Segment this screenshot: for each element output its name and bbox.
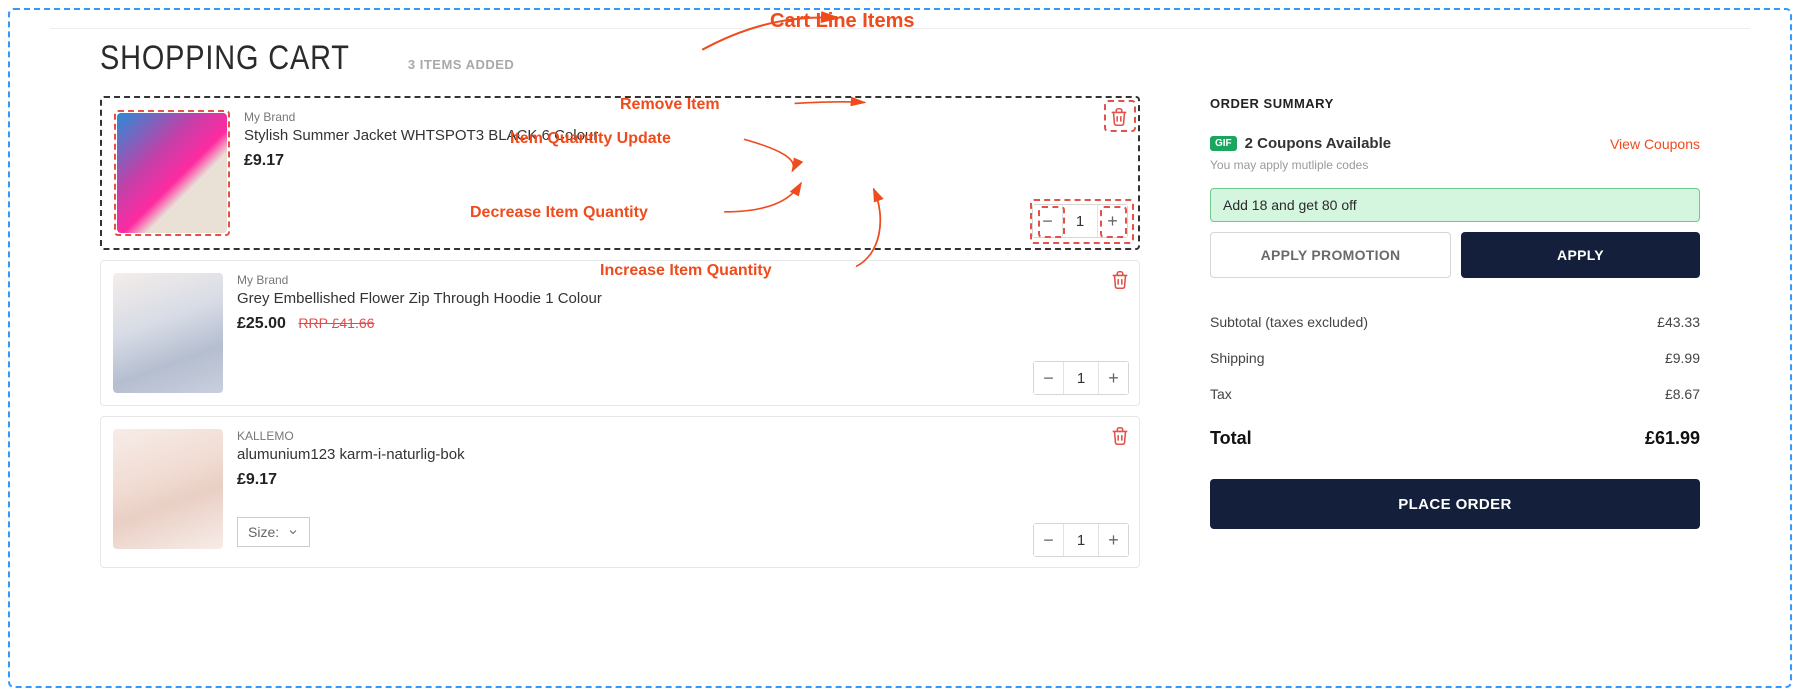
total-label: Total: [1210, 428, 1252, 449]
increase-quantity-button[interactable]: +: [1097, 205, 1127, 237]
coupons-row: GIF 2 Coupons Available View Coupons: [1210, 135, 1700, 152]
app-frame: SHOPPING CART 3 ITEMS ADDED My Brand Sty…: [8, 8, 1792, 688]
product-image: [113, 273, 223, 393]
promo-banner: Add 18 and get 80 off: [1210, 188, 1700, 222]
size-label: Size:: [248, 524, 279, 540]
tax-label: Tax: [1210, 386, 1232, 402]
product-price: £25.00 RRP £41.66: [237, 315, 1127, 333]
apply-row: APPLY PROMOTION APPLY: [1210, 232, 1700, 278]
item-info: My Brand Stylish Summer Jacket WHTSPOT3 …: [244, 110, 1126, 236]
annotation-remove-item: Remove Item: [620, 96, 720, 114]
coupons-left: GIF 2 Coupons Available: [1210, 135, 1391, 152]
subtotal-value: £43.33: [1657, 314, 1700, 330]
coupons-sub: You may apply mutliple codes: [1210, 158, 1700, 172]
apply-promotion-button[interactable]: APPLY PROMOTION: [1210, 232, 1451, 278]
price-value: £25.00: [237, 315, 286, 332]
items-added-label: 3 ITEMS ADDED: [408, 57, 514, 72]
product-name: alumunium123 karm-i-naturlig-bok: [237, 446, 1127, 463]
item-info: My Brand Grey Embellished Flower Zip Thr…: [237, 273, 1127, 393]
product-brand: KALLEMO: [237, 429, 1127, 443]
main-columns: My Brand Stylish Summer Jacket WHTSPOT3 …: [100, 96, 1700, 578]
place-order-button[interactable]: PLACE ORDER: [1210, 479, 1700, 529]
increase-quantity-button[interactable]: +: [1098, 362, 1128, 394]
quantity-value: 1: [1064, 524, 1098, 556]
increase-quantity-button[interactable]: +: [1098, 524, 1128, 556]
annotation-cart-line-items: Cart Line Items: [770, 10, 914, 33]
remove-item-button[interactable]: [1109, 425, 1131, 447]
coupons-available: 2 Coupons Available: [1245, 135, 1391, 152]
total-value: £61.99: [1645, 428, 1700, 449]
cart-item: My Brand Stylish Summer Jacket WHTSPOT3 …: [100, 96, 1140, 250]
gif-badge: GIF: [1210, 136, 1237, 151]
decrease-quantity-button[interactable]: −: [1033, 205, 1063, 237]
quantity-stepper: − 1 +: [1032, 204, 1128, 238]
quantity-stepper: − 1 +: [1033, 523, 1129, 557]
product-price: £9.17: [237, 471, 1127, 489]
remove-item-button[interactable]: [1108, 106, 1130, 128]
quantity-stepper: − 1 +: [1033, 361, 1129, 395]
annotation-decrease: Decrease Item Quantity: [470, 204, 648, 222]
product-image: [113, 429, 223, 549]
summary-row-tax: Tax £8.67: [1210, 376, 1700, 412]
cart-item: My Brand Grey Embellished Flower Zip Thr…: [100, 260, 1140, 406]
product-image: [117, 113, 227, 233]
page-title: SHOPPING CART: [100, 39, 350, 78]
page-header: SHOPPING CART 3 ITEMS ADDED: [100, 39, 1700, 78]
trash-icon: [1109, 269, 1131, 291]
annotation-increase: Increase Item Quantity: [600, 262, 772, 280]
size-select[interactable]: Size:: [237, 517, 310, 547]
summary-row-shipping: Shipping £9.99: [1210, 340, 1700, 376]
product-name: Stylish Summer Jacket WHTSPOT3 BLACK 6 C…: [244, 127, 1126, 144]
product-price: £9.17: [244, 152, 1126, 170]
summary-row-total: Total £61.99: [1210, 412, 1700, 459]
shipping-label: Shipping: [1210, 350, 1265, 366]
annotation-item-qty-update: Item Quantity Update: [510, 130, 671, 148]
rrp-price: RRP £41.66: [298, 315, 374, 331]
order-summary-title: ORDER SUMMARY: [1210, 96, 1700, 111]
remove-item-button[interactable]: [1109, 269, 1131, 291]
apply-button[interactable]: APPLY: [1461, 232, 1700, 278]
subtotal-label: Subtotal (taxes excluded): [1210, 314, 1368, 330]
quantity-value: 1: [1064, 362, 1098, 394]
summary-row-subtotal: Subtotal (taxes excluded) £43.33: [1210, 304, 1700, 340]
order-summary: ORDER SUMMARY GIF 2 Coupons Available Vi…: [1210, 96, 1700, 529]
trash-icon: [1108, 106, 1130, 128]
decrease-quantity-button[interactable]: −: [1034, 362, 1064, 394]
quantity-value: 1: [1063, 205, 1097, 237]
chevron-down-icon: [287, 526, 299, 538]
decrease-quantity-button[interactable]: −: [1034, 524, 1064, 556]
shipping-value: £9.99: [1665, 350, 1700, 366]
cart-column: My Brand Stylish Summer Jacket WHTSPOT3 …: [100, 96, 1140, 578]
highlight-image-box: [114, 110, 230, 236]
item-info: KALLEMO alumunium123 karm-i-naturlig-bok…: [237, 429, 1127, 549]
cart-item: KALLEMO alumunium123 karm-i-naturlig-bok…: [100, 416, 1140, 568]
product-name: Grey Embellished Flower Zip Through Hood…: [237, 290, 1127, 307]
trash-icon: [1109, 425, 1131, 447]
view-coupons-link[interactable]: View Coupons: [1610, 136, 1700, 152]
tax-value: £8.67: [1665, 386, 1700, 402]
